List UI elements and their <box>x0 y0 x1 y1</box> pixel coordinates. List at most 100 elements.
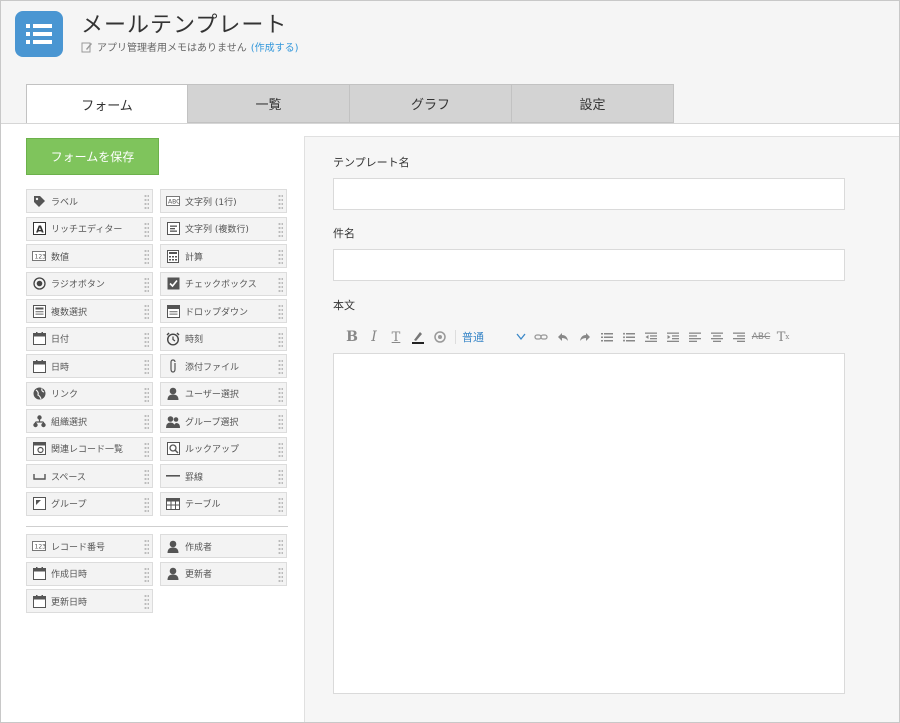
tab-settings[interactable]: 設定 <box>512 84 674 123</box>
drag-handle-icon[interactable] <box>278 221 283 237</box>
bullet-list-icon[interactable] <box>618 327 640 347</box>
palette-field-item[interactable]: リンク <box>26 381 153 406</box>
palette-field-item[interactable]: 更新者 <box>160 561 287 586</box>
app-title: メールテンプレート <box>81 13 288 38</box>
palette-field-item[interactable]: 日付 <box>26 326 153 351</box>
create-memo-link[interactable]: (作成する) <box>251 39 299 54</box>
drag-handle-icon[interactable] <box>144 249 149 264</box>
palette-field-item[interactable]: ABC 文字列 (1行) <box>160 189 287 213</box>
tab-graph[interactable]: グラフ <box>350 84 512 123</box>
align-left-icon[interactable] <box>684 327 706 347</box>
outdent-icon[interactable] <box>640 327 662 347</box>
numbered-list-icon[interactable] <box>596 327 618 347</box>
align-right-icon[interactable] <box>728 327 750 347</box>
edit-note-icon <box>81 42 92 52</box>
drag-handle-icon[interactable] <box>278 359 283 374</box>
subject-input[interactable] <box>333 249 845 281</box>
palette-field-item[interactable]: 123 数値 <box>26 244 153 268</box>
body-editor[interactable] <box>333 353 845 694</box>
link-icon[interactable] <box>530 327 552 347</box>
palette-field-item[interactable]: スペース <box>26 464 153 488</box>
palette-field-label: ユーザー選択 <box>185 390 239 400</box>
palette-field-item[interactable]: A リッチエディター <box>26 216 153 241</box>
drag-handle-icon[interactable] <box>144 566 149 582</box>
palette-field-item[interactable]: ルックアップ <box>160 436 287 461</box>
drag-handle-icon[interactable] <box>278 304 283 319</box>
strikethrough-icon[interactable]: ABC <box>750 327 772 347</box>
save-form-button[interactable]: フォームを保存 <box>26 138 159 175</box>
svg-text:ABC: ABC <box>168 199 180 206</box>
undo-icon[interactable] <box>552 327 574 347</box>
drag-handle-icon[interactable] <box>278 539 283 554</box>
drag-handle-icon[interactable] <box>144 594 149 609</box>
drag-handle-icon[interactable] <box>144 276 149 292</box>
palette-field-item[interactable]: 添付ファイル <box>160 354 287 378</box>
clear-format-icon[interactable]: Tx <box>772 327 794 347</box>
drag-handle-icon[interactable] <box>278 441 283 457</box>
group-icon <box>166 414 180 428</box>
palette-field-item[interactable]: 作成者 <box>160 534 287 558</box>
palette-field-item[interactable]: 更新日時 <box>26 589 153 613</box>
drag-handle-icon[interactable] <box>278 566 283 582</box>
drag-handle-icon[interactable] <box>144 469 149 484</box>
palette-field-item[interactable]: テーブル <box>160 491 287 516</box>
tab-form[interactable]: フォーム <box>26 84 188 124</box>
palette-field-item[interactable]: 組織選択 <box>26 409 153 433</box>
palette-field-item[interactable]: 時刻 <box>160 326 287 351</box>
palette-field-item[interactable]: ユーザー選択 <box>160 381 287 406</box>
background-color-icon[interactable] <box>429 327 451 347</box>
indent-icon[interactable] <box>662 327 684 347</box>
palette-field-item[interactable]: 作成日時 <box>26 561 153 586</box>
drag-handle-icon[interactable] <box>144 304 149 319</box>
palette-field-item[interactable]: 複数選択 <box>26 299 153 323</box>
palette-field-label: 添付ファイル <box>185 362 240 373</box>
text-format-icon[interactable]: T <box>385 327 407 347</box>
align-center-icon[interactable] <box>706 327 728 347</box>
drag-handle-icon[interactable] <box>278 249 283 264</box>
drag-handle-icon[interactable] <box>144 359 149 374</box>
palette-field-item[interactable]: 罫線 <box>160 464 287 488</box>
drag-handle-icon[interactable] <box>144 194 149 209</box>
drag-handle-icon[interactable] <box>278 331 283 347</box>
drag-handle-icon[interactable] <box>278 194 283 209</box>
font-size-select[interactable]: 普通 <box>460 329 530 345</box>
italic-icon[interactable]: I <box>363 327 385 347</box>
calendar-icon <box>32 594 46 608</box>
drag-handle-icon[interactable] <box>278 496 283 512</box>
drag-handle-icon[interactable] <box>278 469 283 484</box>
drag-handle-icon[interactable] <box>278 414 283 429</box>
drag-handle-icon[interactable] <box>278 276 283 292</box>
drag-handle-icon[interactable] <box>144 496 149 512</box>
template-name-input[interactable] <box>333 178 845 210</box>
paperclip-icon <box>166 359 180 373</box>
palette-field-label: 作成者 <box>185 542 213 553</box>
palette-field-item[interactable]: 123 レコード番号 <box>26 534 153 558</box>
form-layout-area: テンプレート名 件名 本文 B I T 普通 ABC T x <box>304 136 899 722</box>
drag-handle-icon[interactable] <box>144 441 149 457</box>
palette-field-item[interactable]: グループ選択 <box>160 409 287 433</box>
redo-icon[interactable] <box>574 327 596 347</box>
space-icon <box>32 469 46 483</box>
drag-handle-icon[interactable] <box>144 331 149 347</box>
bold-icon[interactable]: B <box>341 327 363 347</box>
drag-handle-icon[interactable] <box>144 539 149 554</box>
highlight-pen-icon[interactable] <box>407 327 429 347</box>
drag-handle-icon[interactable] <box>144 414 149 429</box>
drag-handle-icon[interactable] <box>278 386 283 402</box>
drag-handle-icon[interactable] <box>144 221 149 237</box>
app-frame: メールテンプレート アプリ管理者用メモはありません (作成する) フォーム 一覧… <box>0 0 900 723</box>
drag-handle-icon[interactable] <box>144 386 149 402</box>
multi-select-icon <box>32 304 46 318</box>
palette-field-item[interactable]: ドロップダウン <box>160 299 287 323</box>
tab-list[interactable]: 一覧 <box>188 84 350 123</box>
palette-field-item[interactable]: ラジオボタン <box>26 271 153 296</box>
palette-field-item[interactable]: ラベル <box>26 189 153 213</box>
palette-field-item[interactable]: 計算 <box>160 244 287 268</box>
palette-field-item[interactable]: チェックボックス <box>160 271 287 296</box>
calendar-icon <box>32 332 46 346</box>
body-label: 本文 <box>333 299 355 312</box>
palette-field-item[interactable]: 日時 <box>26 354 153 378</box>
palette-field-item[interactable]: 文字列 (複数行) <box>160 216 287 241</box>
palette-field-item[interactable]: グループ <box>26 491 153 516</box>
palette-field-item[interactable]: 関連レコード一覧 <box>26 436 153 461</box>
